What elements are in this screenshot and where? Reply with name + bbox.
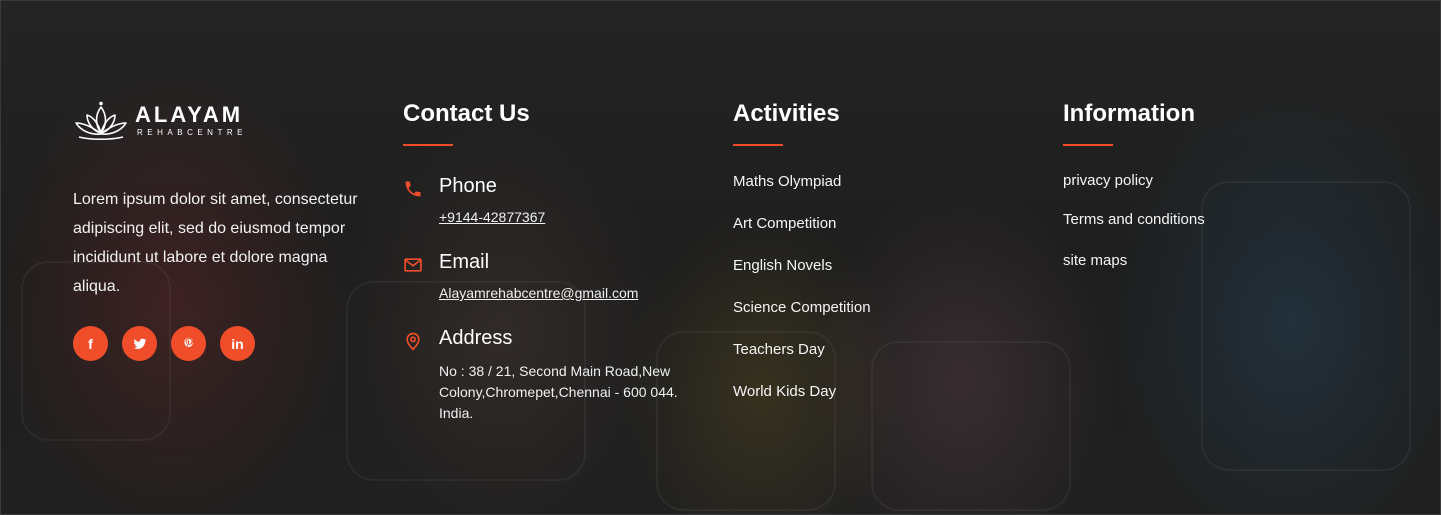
lotus-icon [75, 101, 127, 141]
activity-link[interactable]: World Kids Day [733, 383, 836, 400]
contact-heading: Contact Us [403, 100, 530, 127]
pinterest-button[interactable] [171, 326, 206, 361]
about-description: Lorem ipsum dolor sit amet, consectetur … [73, 191, 358, 295]
mail-icon [403, 255, 423, 275]
social-links: f in [73, 326, 255, 361]
twitter-icon [133, 338, 146, 349]
privacy-policy-link[interactable]: privacy policy [1063, 172, 1153, 189]
terms-link[interactable]: Terms and conditions [1063, 211, 1205, 228]
activity-link[interactable]: Science Competition [733, 299, 871, 316]
email-title: Email [439, 251, 490, 273]
linkedin-button[interactable]: in [220, 326, 255, 361]
brand-logo[interactable]: ALAYAM REHABCENTRE [73, 101, 247, 141]
phone-link[interactable]: +9144-42877367 [439, 209, 545, 225]
heading-underline [733, 144, 783, 146]
heading-underline [1063, 144, 1113, 146]
address-value: No : 38 / 21, Second Main Road,New Colon… [439, 363, 678, 421]
facebook-button[interactable]: f [73, 326, 108, 361]
site-maps-link[interactable]: site maps [1063, 252, 1127, 269]
phone-title: Phone [439, 175, 497, 197]
background-decoration [1201, 181, 1411, 471]
information-heading: Information [1063, 100, 1195, 127]
map-pin-icon [403, 331, 423, 351]
email-link[interactable]: Alayamrehabcentre@gmail.com [439, 285, 638, 301]
pinterest-icon [183, 337, 193, 347]
twitter-button[interactable] [122, 326, 157, 361]
site-footer: ALAYAM REHABCENTRE Lorem ipsum dolor sit… [0, 0, 1441, 515]
activity-link[interactable]: Maths Olympiad [733, 173, 841, 190]
linkedin-icon: in [231, 335, 244, 352]
address-title: Address [439, 327, 513, 349]
activities-heading: Activities [733, 100, 840, 127]
brand-subtitle: REHABCENTRE [137, 128, 247, 137]
brand-name: ALAYAM [135, 102, 244, 127]
heading-underline [403, 144, 453, 146]
activity-link[interactable]: Art Competition [733, 215, 836, 232]
activity-link[interactable]: English Novels [733, 257, 832, 274]
background-decoration [871, 341, 1071, 511]
activity-link[interactable]: Teachers Day [733, 341, 825, 358]
phone-icon [403, 179, 423, 199]
facebook-icon: f [88, 335, 93, 352]
